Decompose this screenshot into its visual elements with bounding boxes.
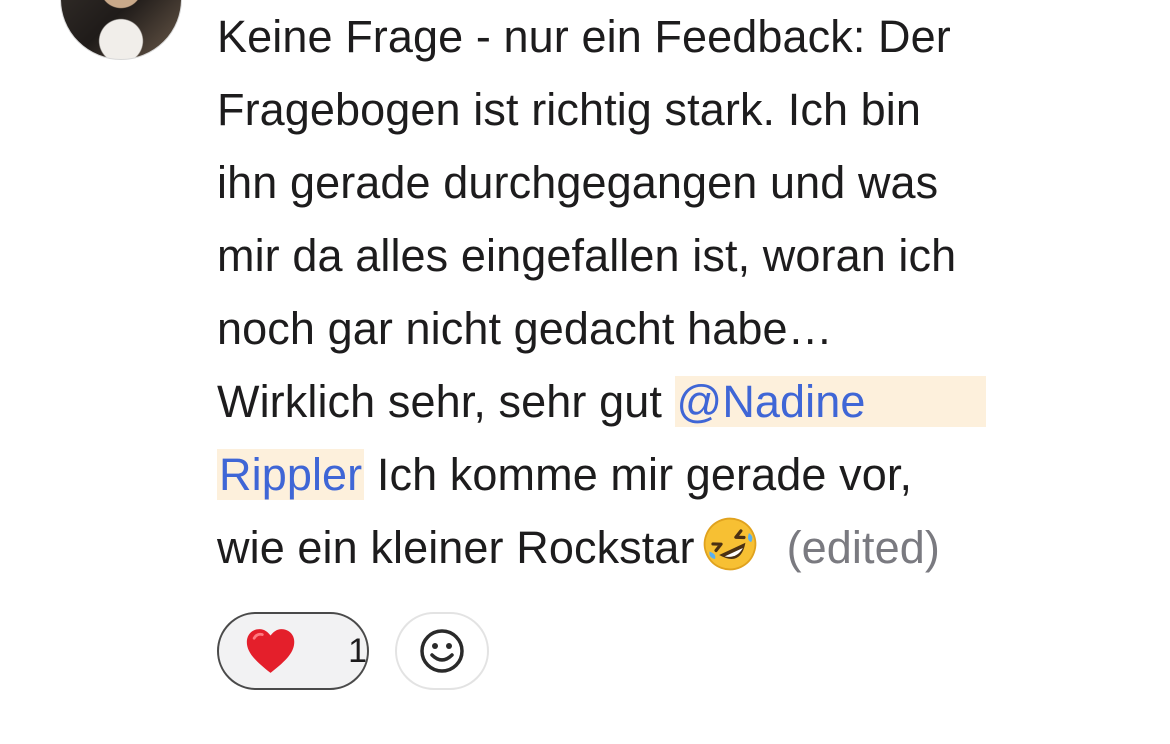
message-line: wie ein kleiner Rockstar (edited)	[217, 511, 1077, 584]
avatar[interactable]	[60, 0, 182, 60]
smiley-add-reaction-icon	[420, 629, 464, 673]
rolling-on-the-floor-laughing-emoji-icon	[703, 517, 756, 571]
message-line: ihn gerade durchgegangen und was	[217, 157, 939, 208]
reactions-bar: 1	[217, 612, 489, 690]
user-mention-link[interactable]: @Nadine	[674, 376, 986, 427]
edited-label: (edited)	[786, 522, 940, 573]
red-heart-icon	[246, 629, 295, 673]
message-text: wie ein kleiner Rockstar	[217, 522, 695, 573]
message-line: Wirklich sehr, sehr gut @Nadine	[217, 365, 1077, 438]
add-reaction-button[interactable]	[395, 612, 489, 690]
message-line: noch gar nicht gedacht habe…	[217, 303, 833, 354]
message-body: Keine Frage - nur ein Feedback: Der Frag…	[217, 0, 1077, 584]
message-line: Keine Frage - nur ein Feedback: Der	[217, 11, 951, 62]
user-mention-link[interactable]: Rippler	[217, 449, 365, 500]
message-text: Ich komme mir gerade vor,	[364, 449, 913, 500]
message-line: Fragebogen ist richtig stark. Ich bin	[217, 84, 922, 135]
message-line: Rippler Ich komme mir gerade vor,	[217, 438, 1077, 511]
reaction-count: 1	[348, 631, 367, 670]
message-line: mir da alles eingefallen ist, woran ich	[217, 230, 957, 281]
message-text: Wirklich sehr, sehr gut	[217, 376, 675, 427]
reaction-heart-button[interactable]: 1	[217, 612, 369, 690]
